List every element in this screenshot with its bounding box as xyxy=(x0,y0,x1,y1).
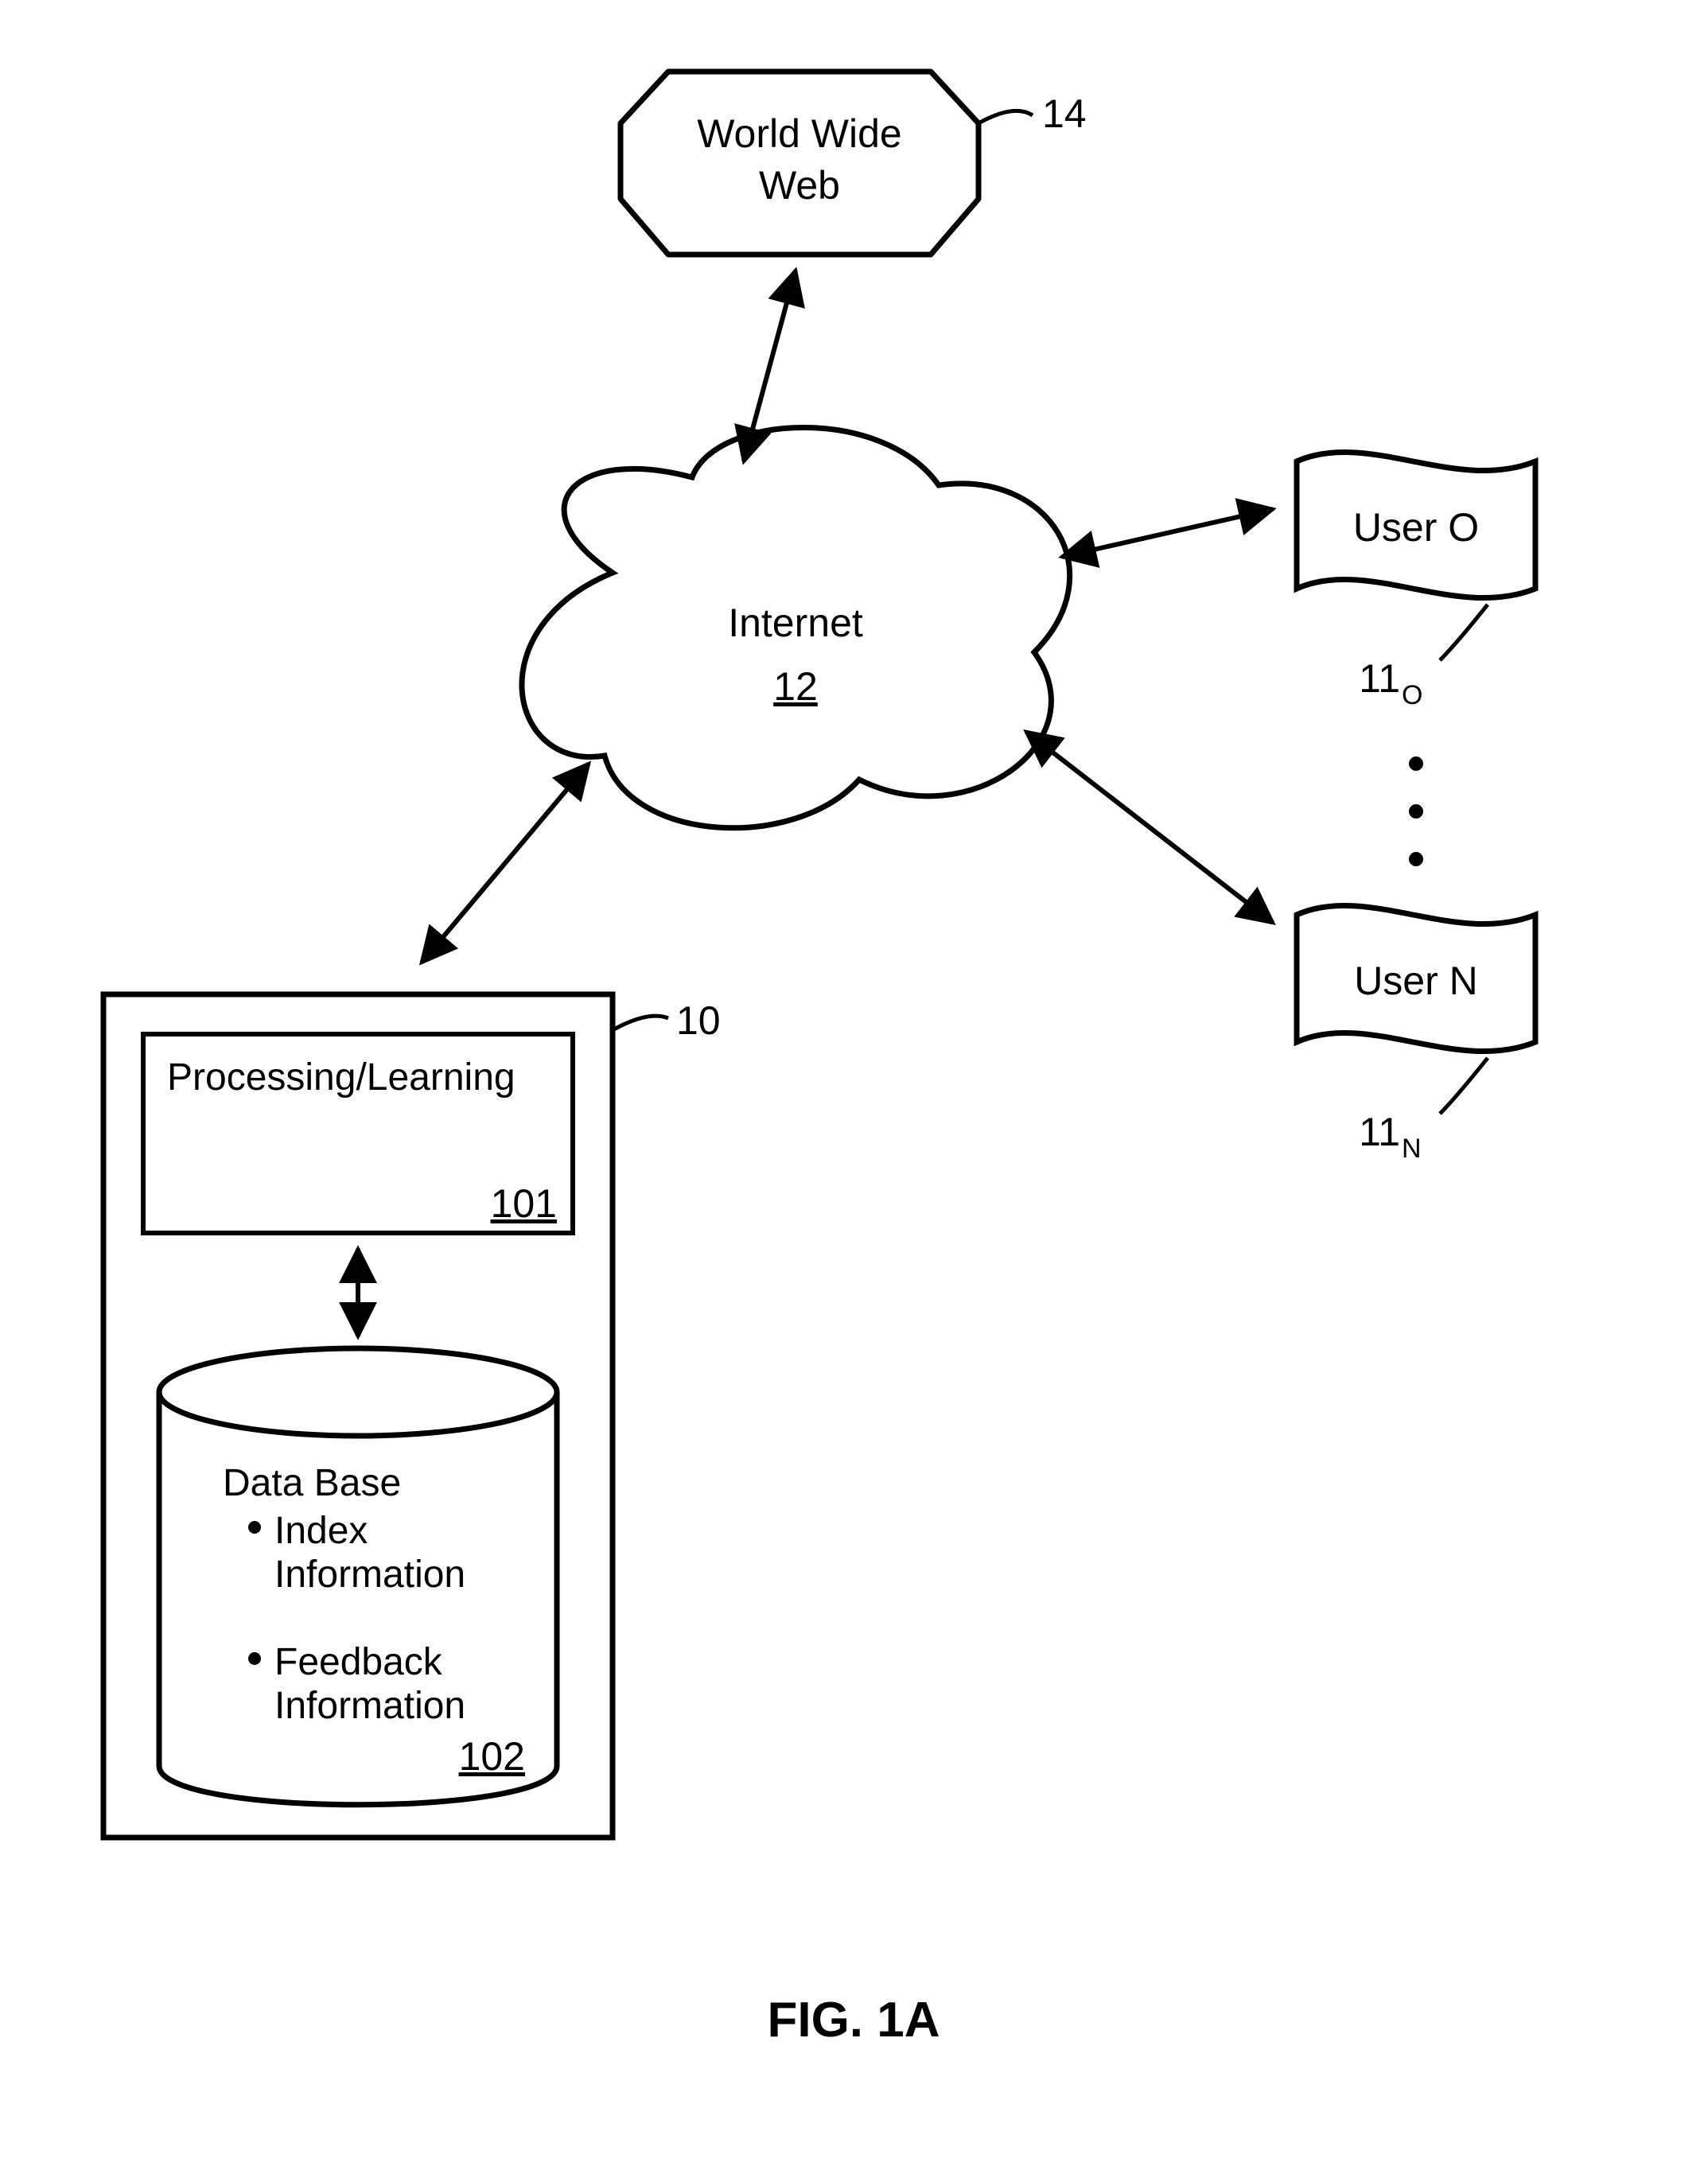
internet-node: Internet 12 xyxy=(522,428,1070,828)
diagram-canvas: World Wide Web 14 Internet 12 User O 11 … xyxy=(0,0,1708,2178)
user-n-ref-sub: N xyxy=(1402,1134,1422,1164)
db-ref: 102 xyxy=(459,1734,525,1779)
db-bullet1b: Information xyxy=(274,1554,465,1596)
ellipsis-dots xyxy=(1409,756,1423,866)
user-o-ref: 11 xyxy=(1359,656,1400,701)
processing-node: Processing/Learning 101 xyxy=(143,1034,573,1233)
user-n-ref: 11 xyxy=(1359,1110,1400,1154)
www-node: World Wide Web 14 xyxy=(621,72,1087,255)
user-n-label: User N xyxy=(1354,959,1478,1003)
user-o-ref-sub: O xyxy=(1402,680,1422,710)
database-node: Data Base Index Information Feedback Inf… xyxy=(159,1348,557,1805)
www-label-line2: Web xyxy=(759,163,840,208)
www-label-line1: World Wide xyxy=(697,111,901,156)
arrow-internet-user-o xyxy=(1062,509,1273,557)
processing-ref: 101 xyxy=(491,1181,557,1226)
user-o-label: User O xyxy=(1353,505,1479,550)
processing-label: Processing/Learning xyxy=(167,1056,516,1099)
arrow-internet-user-n xyxy=(1026,732,1273,923)
www-ref: 14 xyxy=(1042,91,1087,136)
system-node: 10 Processing/Learning 101 Data Base Ind… xyxy=(103,994,721,1838)
user-o-node: User O 11 O xyxy=(1297,452,1535,710)
internet-label: Internet xyxy=(728,601,863,645)
internet-ref: 12 xyxy=(773,664,818,709)
db-title: Data Base xyxy=(223,1462,401,1504)
user-n-node: User N 11 N xyxy=(1297,905,1535,1164)
arrow-internet-system xyxy=(422,764,589,963)
db-bullet2a: Feedback xyxy=(274,1641,443,1683)
figure-caption: FIG. 1A xyxy=(767,1993,940,2048)
system-ref: 10 xyxy=(676,998,721,1043)
db-bullet2b: Information xyxy=(274,1685,465,1727)
db-bullet1a: Index xyxy=(274,1510,368,1552)
